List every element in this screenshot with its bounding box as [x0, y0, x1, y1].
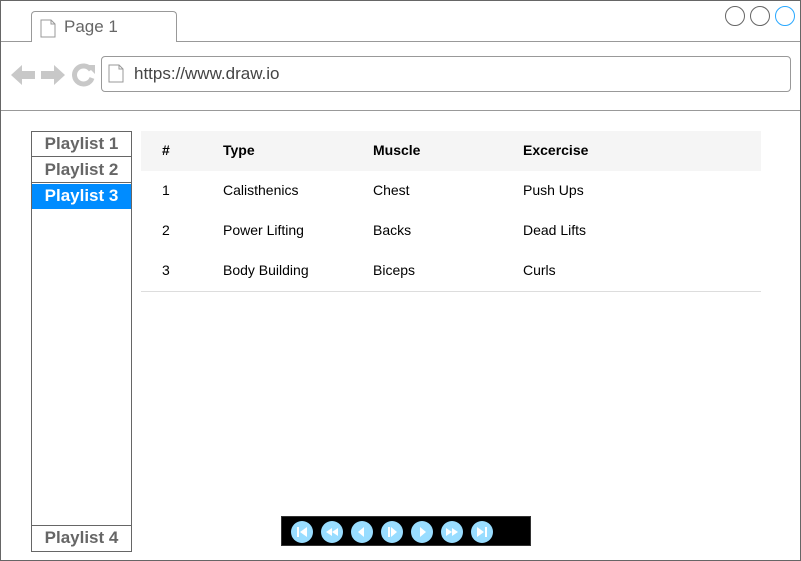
- column-header-number: #: [162, 142, 170, 158]
- row-exercise: Dead Lifts: [523, 222, 587, 238]
- navigation-bar: https://www.draw.io: [1, 42, 800, 111]
- previous-icon: [358, 527, 364, 537]
- address-bar[interactable]: https://www.draw.io: [101, 56, 791, 92]
- sidebar-item-playlist-1[interactable]: Playlist 1: [32, 132, 131, 157]
- play-button[interactable]: [381, 521, 403, 543]
- skip-to-end-icon: [477, 527, 487, 537]
- row-number: 2: [162, 222, 170, 238]
- forward-arrow-icon[interactable]: [41, 64, 65, 91]
- browser-window: Page 1 https://www.draw.io Playlist 1 Pl…: [0, 0, 801, 561]
- table-header: # Type Muscle Excercise: [141, 131, 761, 172]
- sidebar-item-playlist-3[interactable]: Playlist 3: [32, 184, 131, 209]
- minimize-button[interactable]: [725, 6, 745, 26]
- fast-forward-icon: [446, 528, 458, 536]
- column-header-type: Type: [223, 142, 255, 158]
- table-row[interactable]: 1 Calisthenics Chest Push Ups: [141, 171, 761, 212]
- row-muscle: Backs: [373, 222, 412, 238]
- row-exercise: Push Ups: [523, 182, 584, 198]
- back-arrow-icon[interactable]: [11, 64, 35, 91]
- previous-button[interactable]: [351, 521, 373, 543]
- sidebar-item-playlist-4[interactable]: Playlist 4: [32, 525, 131, 550]
- row-type: Body Building: [223, 262, 309, 278]
- refresh-icon[interactable]: [72, 63, 96, 92]
- rewind-icon: [326, 528, 338, 536]
- row-exercise: Curls: [523, 262, 556, 278]
- maximize-button[interactable]: [750, 6, 770, 26]
- next-icon: [420, 527, 426, 537]
- close-button[interactable]: [775, 6, 795, 26]
- row-muscle: Chest: [373, 182, 410, 198]
- tab-title: Page 1: [64, 17, 118, 36]
- skip-to-end-button[interactable]: [471, 521, 493, 543]
- table-row[interactable]: 3 Body Building Biceps Curls: [141, 251, 761, 292]
- row-type: Power Lifting: [223, 222, 304, 238]
- play-icon: [388, 527, 397, 537]
- tab-bar: Page 1: [1, 1, 800, 42]
- page-icon: [108, 64, 124, 88]
- row-type: Calisthenics: [223, 182, 299, 198]
- skip-to-start-button[interactable]: [291, 521, 313, 543]
- column-header-exercise: Excercise: [523, 142, 589, 158]
- url-text[interactable]: https://www.draw.io: [134, 64, 280, 84]
- browser-tab[interactable]: Page 1: [31, 11, 177, 42]
- playlist-sidebar: Playlist 1 Playlist 2 Playlist 3 Playlis…: [31, 131, 132, 552]
- next-button[interactable]: [411, 521, 433, 543]
- row-number: 1: [162, 182, 170, 198]
- rewind-button[interactable]: [321, 521, 343, 543]
- page-icon: [40, 19, 56, 43]
- fast-forward-button[interactable]: [441, 521, 463, 543]
- row-muscle: Biceps: [373, 262, 416, 278]
- row-number: 3: [162, 262, 170, 278]
- table-row[interactable]: 2 Power Lifting Backs Dead Lifts: [141, 211, 761, 252]
- media-player-controls: [281, 516, 531, 546]
- column-header-muscle: Muscle: [373, 142, 421, 158]
- skip-to-start-icon: [297, 527, 307, 537]
- sidebar-item-playlist-2[interactable]: Playlist 2: [32, 158, 131, 183]
